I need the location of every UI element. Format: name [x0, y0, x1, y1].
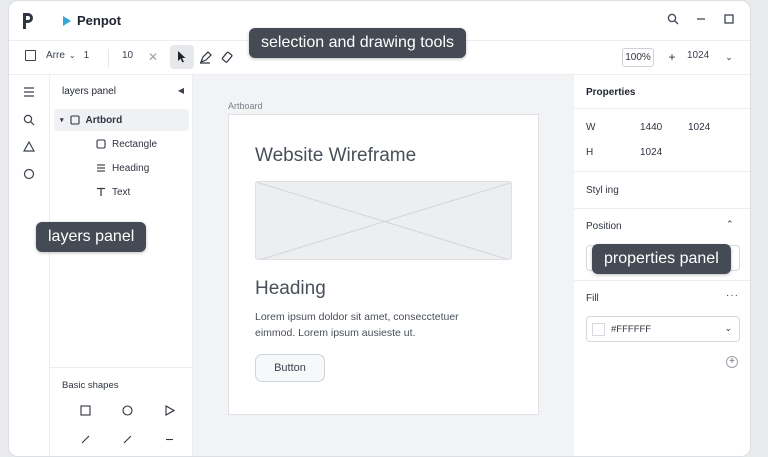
layer-label: Rectangle [112, 138, 158, 150]
basic-shapes-title: Basic shapes [62, 380, 119, 391]
layer-item-text[interactable]: Text [54, 181, 189, 203]
app-title: Penpot [63, 13, 121, 28]
divider [574, 280, 750, 281]
layer-label: Text [112, 186, 131, 198]
position-label: Position [586, 221, 622, 232]
artboard[interactable]: Website Wireframe Heading Lorem ipsum do… [228, 114, 539, 415]
expand-caret-icon[interactable]: ▾ [60, 116, 64, 124]
maximize-icon[interactable] [722, 13, 736, 27]
layer-item-artbord[interactable]: ▾ Artbord [54, 109, 189, 131]
pointer-tool-icon[interactable] [170, 45, 194, 69]
search-icon[interactable] [666, 13, 680, 27]
image-placeholder[interactable] [255, 181, 512, 260]
toolbar-divider [108, 49, 109, 67]
fill-hex-value[interactable]: #FFFFFF [611, 324, 651, 335]
menu-icon[interactable] [22, 86, 36, 100]
divider [574, 108, 750, 109]
artboard-label: Artboard [228, 101, 263, 111]
layers-panel-title: layers panel [62, 86, 116, 97]
wireframe-title[interactable]: Website Wireframe [255, 145, 416, 167]
add-fill-icon[interactable]: + [726, 356, 738, 368]
collapse-left-icon[interactable]: ◀ [178, 86, 184, 95]
layer-item-rectangle[interactable]: Rectangle [54, 133, 189, 155]
minimize-icon[interactable] [694, 13, 708, 27]
plus-icon[interactable]: + [660, 45, 684, 69]
chevron-up-icon[interactable]: ⌃ [726, 219, 734, 230]
divider [574, 171, 750, 172]
pen-tool-icon[interactable] [193, 45, 217, 69]
layers-panel: layers panel ◀ ▾ Artbord Rectangle Headi… [50, 75, 193, 456]
size-field[interactable]: 10 [122, 50, 133, 61]
rectangle-icon [96, 139, 106, 149]
width-value-b[interactable]: 1024 [688, 122, 710, 133]
chevron-down-icon[interactable]: ⌄ [69, 51, 76, 60]
board-label: Arre [46, 50, 65, 61]
line-shape-icon[interactable] [120, 434, 134, 448]
layer-item-heading[interactable]: Heading [54, 157, 189, 179]
height-value[interactable]: 1024 [640, 147, 662, 158]
layers-callout: layers panel [36, 222, 147, 252]
dash-shape-icon[interactable] [162, 434, 176, 448]
text-lines-icon [96, 163, 106, 173]
text-t-icon [96, 187, 106, 197]
chevron-down-icon[interactable]: ⌄ [717, 45, 741, 69]
penpot-logo-icon [23, 13, 33, 29]
layer-label: Heading [112, 162, 150, 174]
height-label: H [586, 147, 594, 158]
wireframe-body-text[interactable]: Lorem ipsum doldor sit amet, consecctetu… [255, 309, 485, 341]
width-value[interactable]: 1024 [687, 50, 709, 61]
tools-callout: selection and drawing tools [249, 28, 467, 58]
window-controls [666, 13, 736, 27]
fill-color-field[interactable]: #FFFFFF ⌄ [586, 316, 740, 342]
circle-icon[interactable] [22, 168, 36, 182]
eraser-tool-icon[interactable] [215, 45, 239, 69]
fill-label: Fill [586, 293, 599, 304]
styling-label: Styl ing [586, 185, 619, 196]
basic-shapes-section: Basic shapes [50, 367, 192, 456]
width-label: W [586, 122, 596, 133]
zoom-level-field[interactable]: 100% [622, 48, 654, 67]
triangle-icon[interactable] [22, 140, 36, 155]
wireframe-heading[interactable]: Heading [255, 278, 326, 300]
square-shape-icon[interactable] [78, 405, 92, 419]
design-canvas[interactable]: Artboard Website Wireframe Heading Lorem… [193, 75, 574, 456]
divider [574, 208, 750, 209]
color-swatch[interactable] [592, 322, 605, 336]
circle-shape-icon[interactable] [120, 405, 134, 419]
left-icon-rail [9, 75, 50, 456]
properties-title: Properties [586, 87, 636, 98]
placeholder-cross-icon [256, 182, 511, 259]
line-shape-icon[interactable] [78, 434, 92, 448]
properties-callout: properties panel [592, 244, 731, 274]
search-icon[interactable] [22, 114, 36, 128]
penpot-mark-icon [63, 15, 71, 26]
layer-label: Artbord [85, 114, 123, 126]
board-icon [69, 115, 80, 125]
size-value[interactable]: 10 [122, 50, 133, 61]
triangle-shape-icon[interactable] [162, 405, 176, 419]
wireframe-button[interactable]: Button [255, 354, 325, 382]
chevron-down-icon[interactable]: ⌄ [724, 323, 732, 334]
board-count: 1 [83, 50, 90, 61]
width-field[interactable]: 1024 [687, 50, 709, 61]
close-icon[interactable]: ✕ [141, 45, 165, 69]
board-selector[interactable]: Arre ⌄ 1 [25, 50, 89, 61]
width-value-a[interactable]: 1440 [640, 122, 662, 133]
board-checkbox-icon[interactable] [25, 50, 36, 61]
app-name-label: Penpot [77, 13, 122, 28]
more-options-icon[interactable]: ··· [726, 290, 739, 301]
